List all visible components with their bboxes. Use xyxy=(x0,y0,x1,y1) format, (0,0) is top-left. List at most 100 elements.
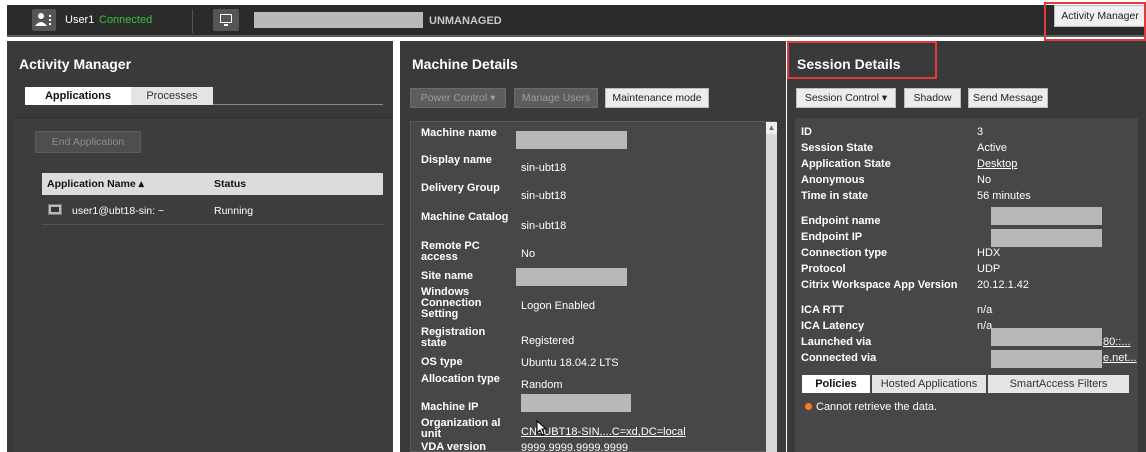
detail-label: Connected via xyxy=(801,352,877,364)
detail-value: n/a xyxy=(977,320,993,332)
detail-value: No xyxy=(521,248,536,260)
shadow-button[interactable]: Shadow xyxy=(904,88,961,108)
detail-label: Connection type xyxy=(801,247,888,259)
user-icon[interactable] xyxy=(32,9,56,31)
session-details-highlight xyxy=(787,41,937,79)
detail-value: 9999.9999.9999.9999 xyxy=(521,442,629,452)
error-icon xyxy=(805,403,812,410)
detail-value: sin-ubt18 xyxy=(521,190,567,202)
divider xyxy=(192,9,193,33)
tab-policies[interactable]: Policies xyxy=(802,375,870,393)
session-details-panel: Session Details Session Control ▾ Shadow… xyxy=(787,41,1146,452)
detail-label: Allocation type xyxy=(421,373,500,385)
detail-label: ICA RTT xyxy=(801,304,844,316)
power-control-button[interactable]: Power Control ▾ xyxy=(410,88,506,108)
session-subtabs: Policies Hosted Applications SmartAccess… xyxy=(802,375,1129,393)
launched-via-link[interactable]: 80::... xyxy=(1103,336,1131,348)
detail-value: Random xyxy=(521,379,563,391)
detail-value: No xyxy=(977,174,992,186)
machine-name-redacted xyxy=(254,12,423,28)
detail-label: Endpoint name xyxy=(801,215,881,227)
detail-label: ID xyxy=(801,126,812,138)
mouse-cursor-icon xyxy=(536,420,548,436)
application-name: user1@ubt18-sin: ~ xyxy=(72,205,165,217)
connected-via-link[interactable]: e.net... xyxy=(1103,352,1137,364)
detail-label: Organization al unit xyxy=(421,417,501,440)
column-application-name[interactable]: Application Name ▴ xyxy=(47,178,144,190)
machine-name-redacted xyxy=(516,131,627,149)
machine-ip-redacted xyxy=(521,394,631,412)
tab-processes[interactable]: Processes xyxy=(131,87,213,105)
machine-state-label: UNMANAGED xyxy=(429,15,502,27)
monitor-icon[interactable] xyxy=(213,9,239,31)
detail-value: n/a xyxy=(977,304,993,316)
activity-manager-panel: Activity Manager Applications Processes … xyxy=(7,41,393,452)
machine-details-list: Machine name Display name sin-ubt18 Deli… xyxy=(410,121,777,452)
detail-label: Launched via xyxy=(801,336,872,348)
applications-table-header: Application Name ▴ Status xyxy=(42,173,383,195)
table-row[interactable]: user1@ubt18-sin: ~ Running xyxy=(42,199,383,225)
application-status: Running xyxy=(214,205,254,217)
detail-label: Registration state xyxy=(421,326,486,349)
activity-manager-title: Activity Manager xyxy=(19,56,132,72)
tab-applications[interactable]: Applications xyxy=(25,87,131,105)
detail-label: Windows Connection Setting xyxy=(421,286,482,320)
maintenance-mode-button[interactable]: Maintenance mode xyxy=(605,88,709,108)
detail-value: 20.12.1.42 xyxy=(977,279,1029,291)
detail-label: Time in state xyxy=(801,190,869,202)
connected-via-redacted xyxy=(991,350,1102,368)
detail-label: OS type xyxy=(421,356,463,368)
top-bar: User1 Connected UNMANAGED Activity Manag… xyxy=(0,0,1146,41)
manage-users-button[interactable]: Manage Users xyxy=(514,88,598,108)
machine-details-panel: Machine Details Power Control ▾ Manage U… xyxy=(400,41,786,452)
detail-label: Site name xyxy=(421,270,473,282)
detail-label: Machine name xyxy=(421,127,497,139)
detail-label: Display name xyxy=(421,154,492,166)
machine-details-title: Machine Details xyxy=(412,56,518,72)
end-application-button[interactable]: End Application xyxy=(35,131,141,153)
detail-label: VDA version xyxy=(421,441,487,452)
session-control-button[interactable]: Session Control ▾ xyxy=(796,88,896,108)
detail-value: 3 xyxy=(977,126,984,138)
detail-label: Endpoint IP xyxy=(801,231,863,243)
error-text: Cannot retrieve the data. xyxy=(816,401,938,413)
user-name: User1 xyxy=(65,14,95,26)
tab-hosted-applications[interactable]: Hosted Applications xyxy=(872,375,986,393)
detail-value: Active xyxy=(977,142,1007,154)
detail-label: Machine Catalog xyxy=(421,211,509,223)
tab-smartaccess-filters[interactable]: SmartAccess Filters xyxy=(988,375,1129,393)
terminal-icon xyxy=(48,204,62,215)
detail-value: Registered xyxy=(521,335,575,347)
applications-pane xyxy=(14,117,393,452)
launched-via-redacted xyxy=(991,328,1102,346)
detail-label: Citrix Workspace App Version xyxy=(801,279,958,291)
scrollbar[interactable]: ▲ xyxy=(766,122,777,452)
detail-label: Protocol xyxy=(801,263,846,275)
detail-value: sin-ubt18 xyxy=(521,220,567,232)
detail-label: ICA Latency xyxy=(801,320,865,332)
detail-label: Application State xyxy=(801,158,891,170)
detail-value: Ubuntu 18.04.2 LTS xyxy=(521,357,619,369)
column-status[interactable]: Status xyxy=(214,178,246,190)
error-message: Cannot retrieve the data. xyxy=(805,401,937,413)
site-name-redacted xyxy=(516,268,627,286)
detail-value: 56 minutes xyxy=(977,190,1031,202)
send-message-button[interactable]: Send Message xyxy=(968,88,1048,108)
detail-label: Remote PC access xyxy=(421,240,480,263)
detail-label: Delivery Group xyxy=(421,182,500,194)
detail-label: Machine IP xyxy=(421,401,479,413)
endpoint-name-redacted xyxy=(991,207,1102,225)
detail-value: HDX xyxy=(977,247,1001,259)
detail-value: UDP xyxy=(977,263,1001,275)
top-bar-strip: User1 Connected UNMANAGED xyxy=(7,5,1146,37)
endpoint-ip-redacted xyxy=(991,229,1102,247)
activity-manager-highlight xyxy=(1044,2,1146,41)
scroll-up-arrow-icon[interactable]: ▲ xyxy=(766,122,777,134)
detail-label: Session State xyxy=(801,142,874,154)
application-state-link[interactable]: Desktop xyxy=(977,158,1017,170)
detail-label: Anonymous xyxy=(801,174,865,186)
activity-manager-tabs: Applications Processes xyxy=(25,87,383,105)
detail-value: Logon Enabled xyxy=(521,300,596,312)
detail-value: sin-ubt18 xyxy=(521,162,567,174)
user-connection-status: Connected xyxy=(99,14,153,26)
